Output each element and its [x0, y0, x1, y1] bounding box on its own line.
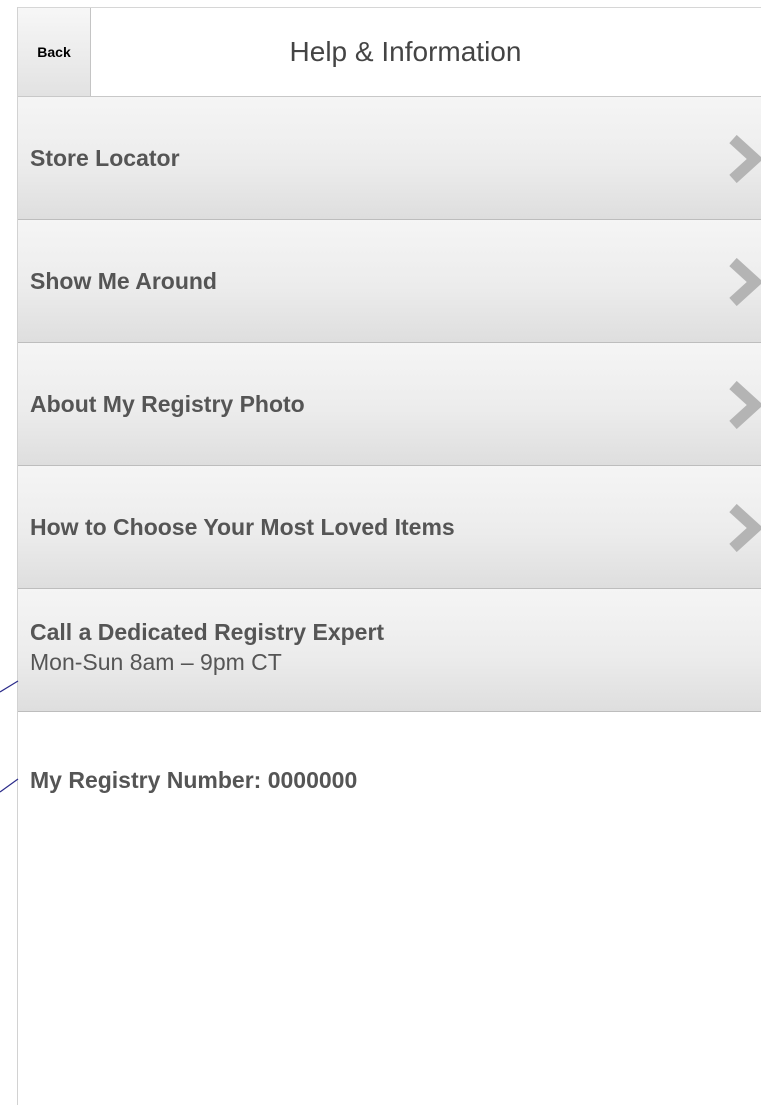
menu-item-store-locator[interactable]: Store Locator	[18, 97, 761, 220]
chevron-right-icon	[729, 504, 761, 552]
menu-item-label: How to Choose Your Most Loved Items	[30, 513, 455, 540]
menu-item-show-me-around[interactable]: Show Me Around	[18, 220, 761, 343]
chevron-right-icon	[729, 381, 761, 429]
app-screen: Back Help & Information Store Locator Sh…	[17, 7, 761, 1105]
menu-item-about-registry-photo[interactable]: About My Registry Photo	[18, 343, 761, 466]
page-margin	[0, 0, 17, 1105]
contact-title: Call a Dedicated Registry Expert	[30, 619, 385, 645]
contact-registry-expert[interactable]: Call a Dedicated Registry Expert Mon-Sun…	[18, 589, 761, 712]
chevron-right-icon	[729, 135, 761, 183]
menu-item-label: Show Me Around	[30, 267, 217, 294]
registry-number: My Registry Number: 0000000	[30, 767, 358, 793]
page-title: Help & Information	[289, 36, 522, 67]
menu-item-most-loved-items[interactable]: How to Choose Your Most Loved Items	[18, 466, 761, 589]
chevron-right-icon	[729, 258, 761, 306]
contact-hours: Mon-Sun 8am – 9pm CT	[30, 649, 282, 675]
menu-item-label: About My Registry Photo	[30, 390, 305, 417]
menu-item-label: Store Locator	[30, 144, 180, 171]
back-button[interactable]: Back	[18, 8, 91, 96]
header-bar: Back Help & Information	[18, 7, 761, 97]
